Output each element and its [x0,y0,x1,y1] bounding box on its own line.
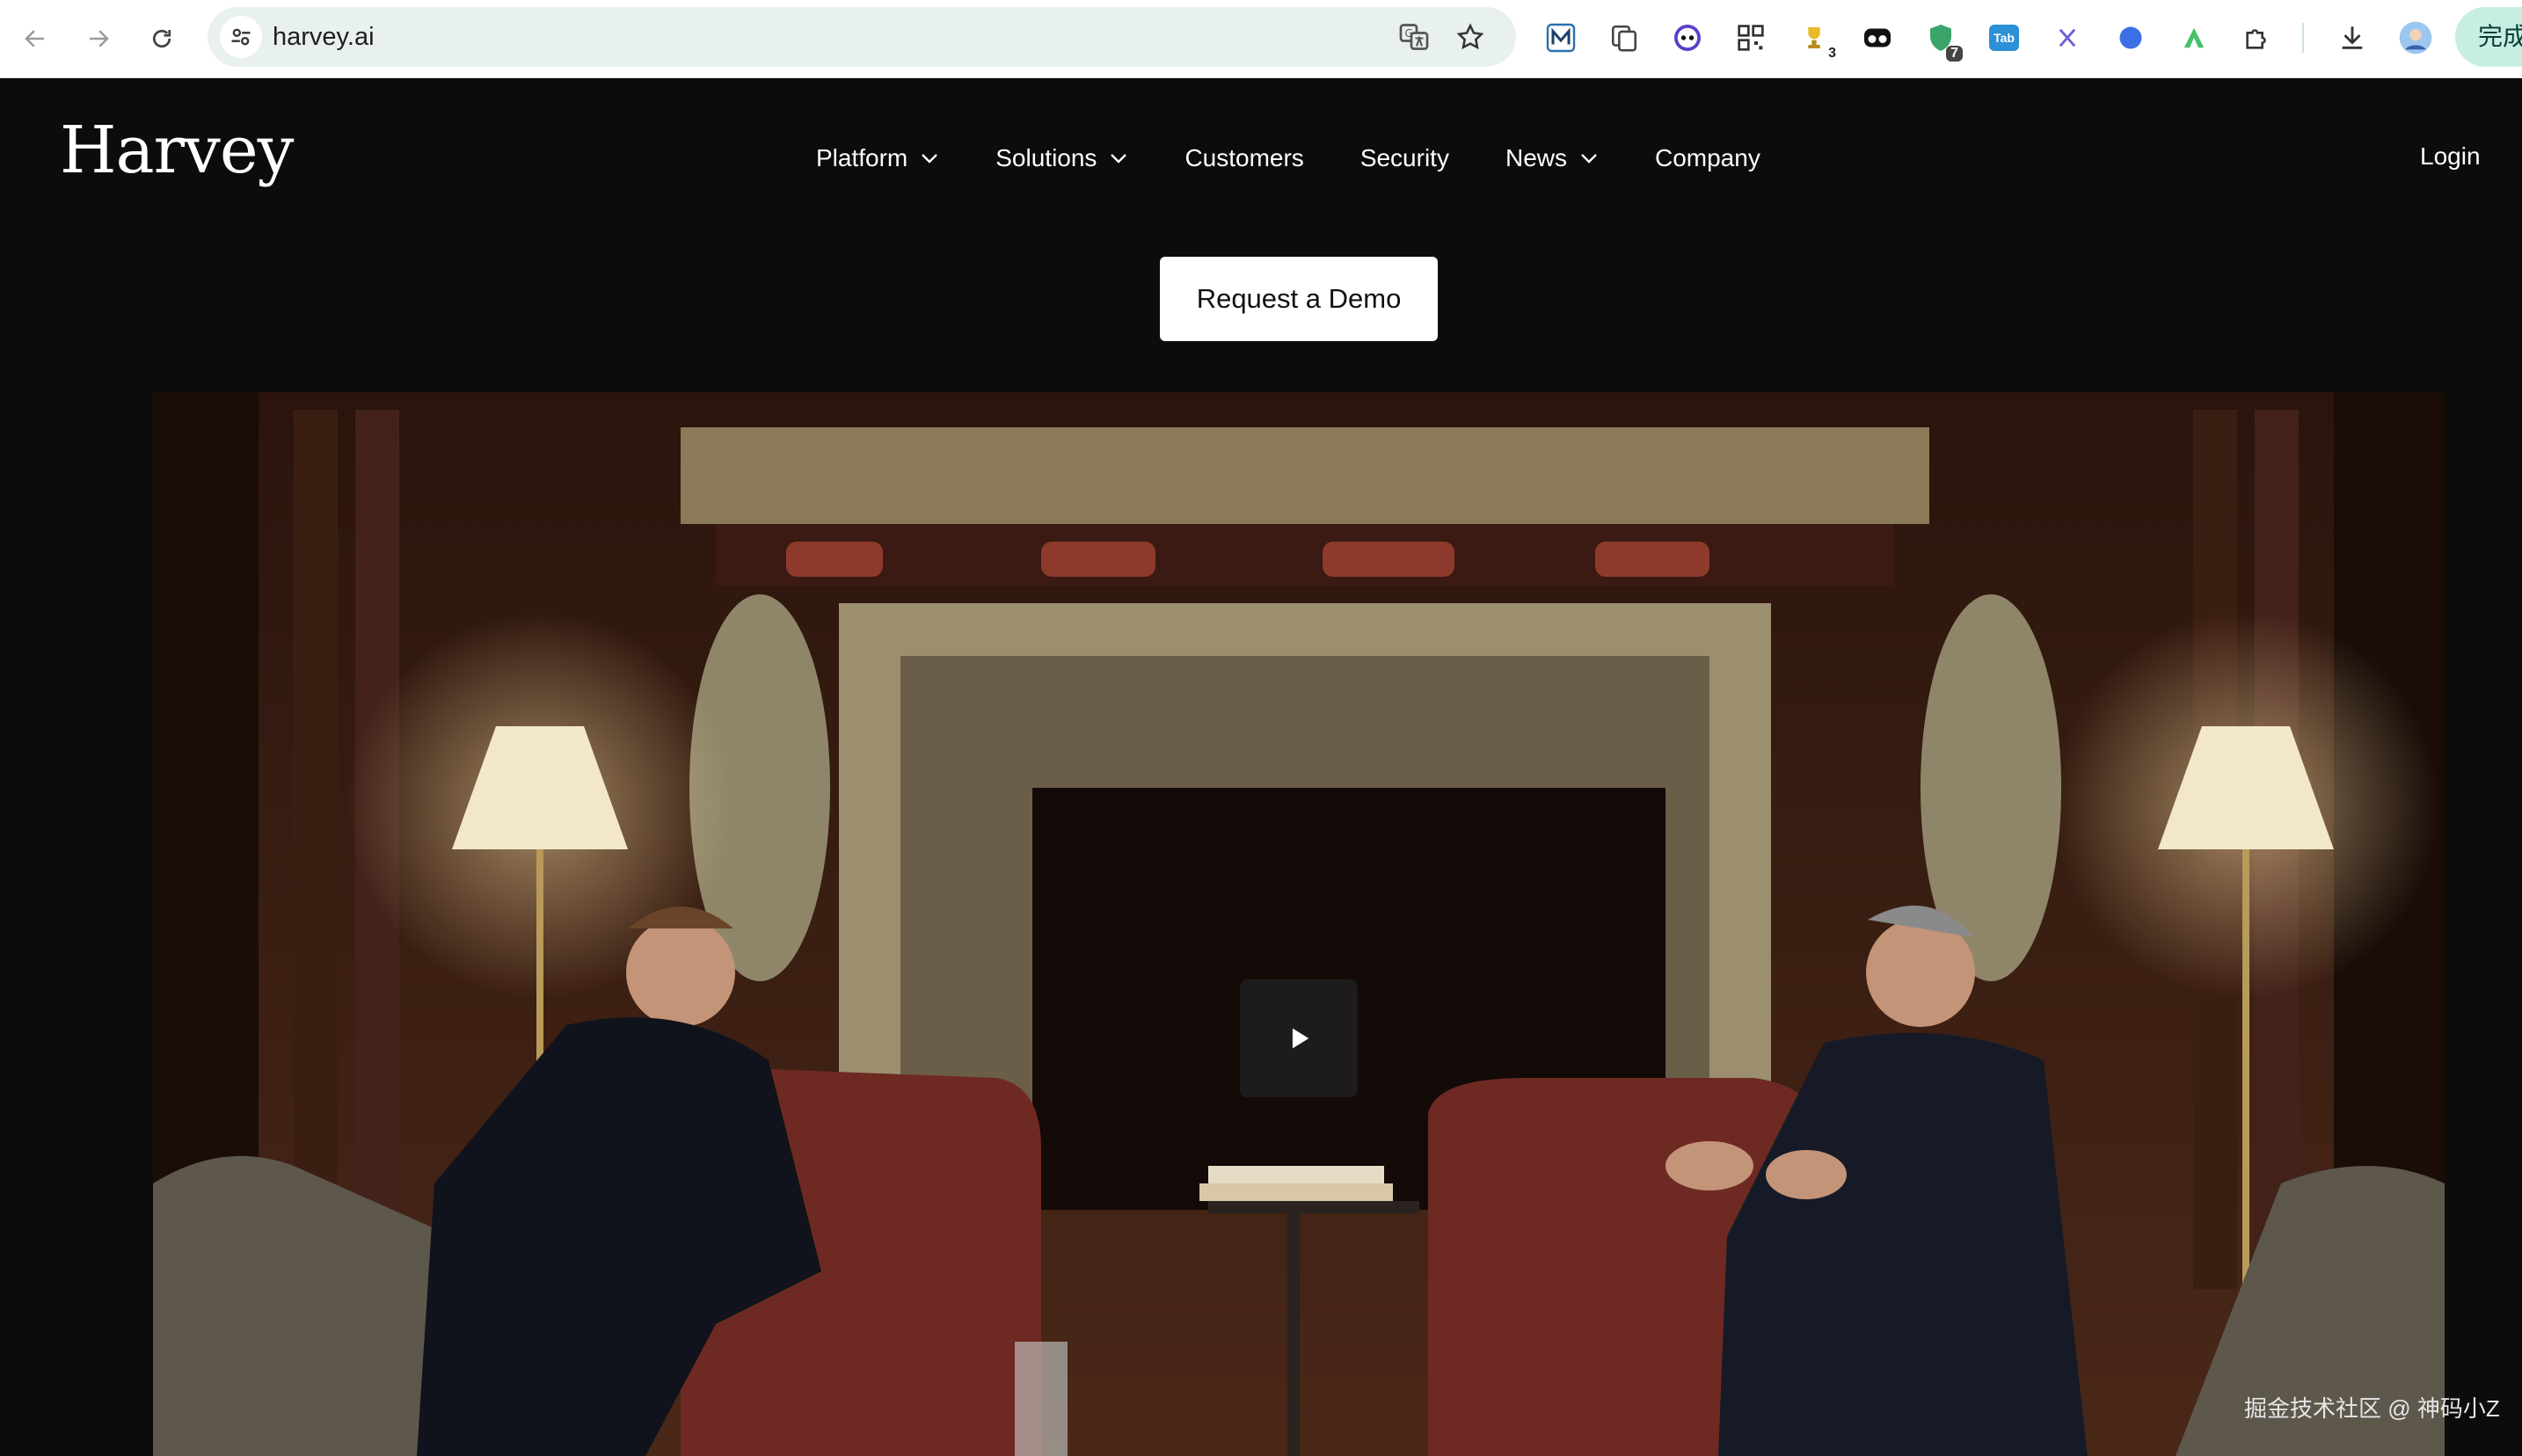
login-link[interactable]: Login [2420,142,2481,171]
a-triangle-icon [2183,27,2205,48]
address-bar[interactable]: harvey.ai G [208,7,1516,67]
forward-button[interactable] [76,16,121,62]
bookmark-button[interactable] [1453,19,1488,55]
hero-video-frame [153,392,2445,1456]
toolbar-divider [2302,23,2304,53]
qr-code-icon [1738,25,1764,51]
site-logo[interactable]: Harvey [60,113,294,188]
nav-solutions[interactable]: Solutions [995,144,1128,172]
extension-m[interactable] [1541,18,1581,58]
nav-platform-label: Platform [816,144,908,171]
play-icon [1292,1028,1309,1049]
extension-circle[interactable] [2110,18,2151,58]
chevron-down-icon [922,154,938,164]
extension-face[interactable] [1667,18,1708,58]
translate-button[interactable]: G [1396,19,1432,55]
forward-arrow-icon [90,30,109,47]
site-info-button[interactable] [220,16,262,58]
request-demo-button[interactable]: Request a Demo [1160,257,1438,341]
back-button[interactable] [12,16,58,62]
mask-icon [1864,28,1891,47]
nav-security[interactable]: Security [1360,144,1449,172]
tune-icon [231,28,251,46]
blue-circle-icon [2119,26,2142,49]
nav-customers[interactable]: Customers [1184,144,1303,172]
extension-a[interactable] [2174,18,2214,58]
chevron-down-icon [1581,154,1597,164]
translate-icon: G [1399,24,1429,50]
extension-qr[interactable] [1731,18,1771,58]
tab-logo-text: Tab [1994,31,2015,45]
url-text[interactable]: harvey.ai [273,7,375,67]
m-logo-icon [1546,23,1576,53]
watermark: 掘金技术社区 @ 神码小Z [2244,1395,2500,1422]
nav-solutions-label: Solutions [995,144,1097,171]
extension-trophy[interactable]: 3 [1794,18,1836,61]
trophy-icon [1808,27,1820,48]
hero-video[interactable] [153,392,2445,1456]
nav-company[interactable]: Company [1655,144,1760,172]
reload-icon [152,29,171,48]
extension-x[interactable] [2047,18,2088,58]
nav-company-label: Company [1654,144,1760,171]
eyes-icon [1674,25,1701,51]
nav-platform[interactable]: Platform [816,144,939,172]
download-icon [2342,26,2363,49]
request-demo-label: Request a Demo [1196,283,1402,314]
reload-button[interactable] [139,16,185,62]
chevron-down-icon [1111,154,1127,164]
puzzle-icon [2246,29,2266,49]
profile-avatar[interactable] [2395,18,2436,58]
nav-security-label: Security [1359,144,1449,171]
play-button[interactable] [1240,979,1358,1097]
extension-copy[interactable] [1604,18,1644,58]
tab-logo-icon: Tab [1989,25,2019,51]
main-navigation: Platform Solutions Customers Security Ne… [816,141,1760,176]
extensions-menu-button[interactable] [2237,18,2278,58]
avatar-icon [2399,21,2432,55]
star-icon [1456,23,1484,50]
downloads-button[interactable] [2332,18,2373,58]
nav-news[interactable]: News [1505,144,1599,172]
extension-shield[interactable]: 7 [1921,18,1963,62]
copy-pages-icon [1611,25,1637,52]
trophy-badge: 3 [1828,46,1836,61]
extension-mask[interactable] [1857,18,1898,58]
shield-badge: 7 [1946,46,1963,62]
back-arrow-icon [25,30,44,47]
extension-tab[interactable]: Tab [1984,18,2024,58]
nav-news-label: News [1505,144,1567,171]
browser-toolbar: harvey.ai G 3 7 Tab 完成 [0,0,2522,78]
done-button[interactable]: 完成 [2455,7,2522,67]
x-logo-icon [2059,28,2076,47]
nav-customers-label: Customers [1184,144,1304,171]
